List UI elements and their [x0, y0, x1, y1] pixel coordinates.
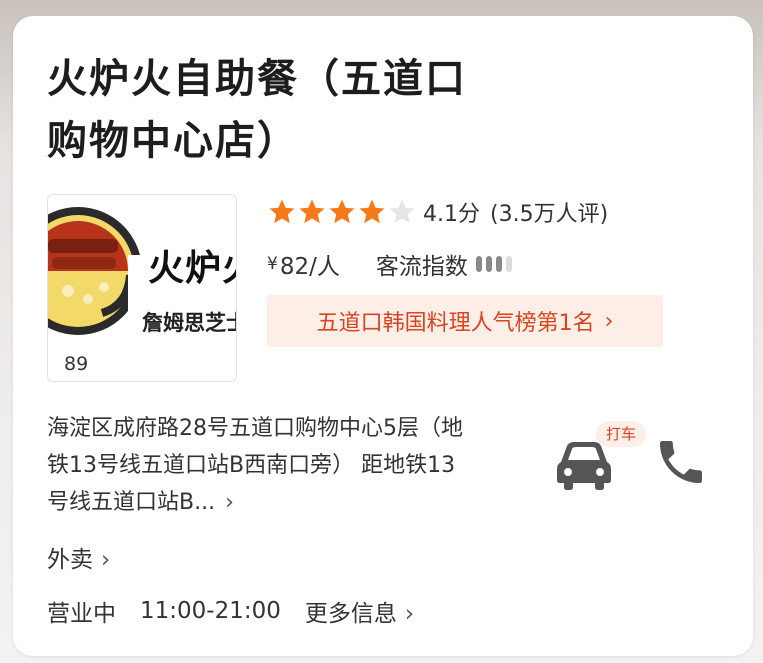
traffic-bar — [485, 256, 492, 272]
rating-score: 4.1分 — [423, 202, 480, 227]
chevron-right-icon: › — [225, 490, 234, 515]
star-icon — [299, 199, 325, 224]
chevron-right-icon: › — [604, 308, 614, 334]
traffic-bar — [495, 256, 502, 272]
traffic-bar — [475, 256, 482, 272]
takeout-link[interactable]: 外卖 › — [47, 540, 110, 574]
price-row: ¥ 82/人 客流指数 — [267, 248, 512, 280]
more-info-label: 更多信息 — [304, 601, 397, 627]
traffic-bar — [505, 256, 512, 272]
review-count[interactable]: (3.5万人评) — [490, 196, 608, 228]
phone-button[interactable] — [653, 434, 709, 490]
hours-row: 营业中 11:00-21:00 更多信息 › — [47, 594, 414, 628]
star-icon — [359, 199, 385, 224]
thumbnail-logo-text: 火炉火 — [148, 248, 236, 289]
rating-stars — [267, 197, 417, 227]
shop-title: 火炉火自助餐（五道口购物中心店） — [47, 56, 467, 164]
takeout-label: 外卖 — [47, 547, 93, 573]
photo-count: 89 — [64, 353, 89, 375]
traffic-label: 客流指数 — [375, 254, 468, 280]
star-icon — [389, 199, 415, 224]
star-icon — [329, 199, 355, 224]
rank-badge-text: 五道口韩国料理人气榜第1名 — [316, 311, 595, 336]
shop-card: 火炉火自助餐（五道口购物中心店） 火炉火 詹姆思芝士 89 4.1分 (3 — [13, 16, 753, 656]
taxi-badge: 打车 — [596, 421, 647, 447]
address[interactable]: 海淀区成府路28号五道口购物中心5层（地铁13号线五道口站B西南口旁） 距地铁1… — [47, 410, 467, 521]
rank-badge[interactable]: 五道口韩国料理人气榜第1名 › — [267, 295, 663, 347]
business-hours: 11:00-21:00 — [140, 598, 281, 624]
currency-symbol: ¥ — [267, 254, 278, 274]
rating-row: 4.1分 (3.5万人评) — [267, 196, 608, 228]
business-status: 营业中 — [47, 601, 116, 627]
chevron-right-icon: › — [101, 547, 111, 573]
traffic-indicator — [475, 256, 512, 272]
price-per-person: 82/人 — [279, 254, 340, 280]
phone-icon — [660, 441, 702, 483]
thumbnail-logo-subtext: 詹姆思芝士 — [142, 311, 237, 335]
more-info-link[interactable]: 更多信息 › — [305, 594, 414, 628]
shop-thumbnail[interactable]: 火炉火 詹姆思芝士 89 — [47, 194, 237, 382]
star-icon — [269, 199, 295, 224]
chevron-right-icon: › — [404, 601, 415, 627]
address-text: 海淀区成府路28号五道口购物中心5层（地铁13号线五道口站B西南口旁） 距地铁1… — [47, 416, 463, 515]
